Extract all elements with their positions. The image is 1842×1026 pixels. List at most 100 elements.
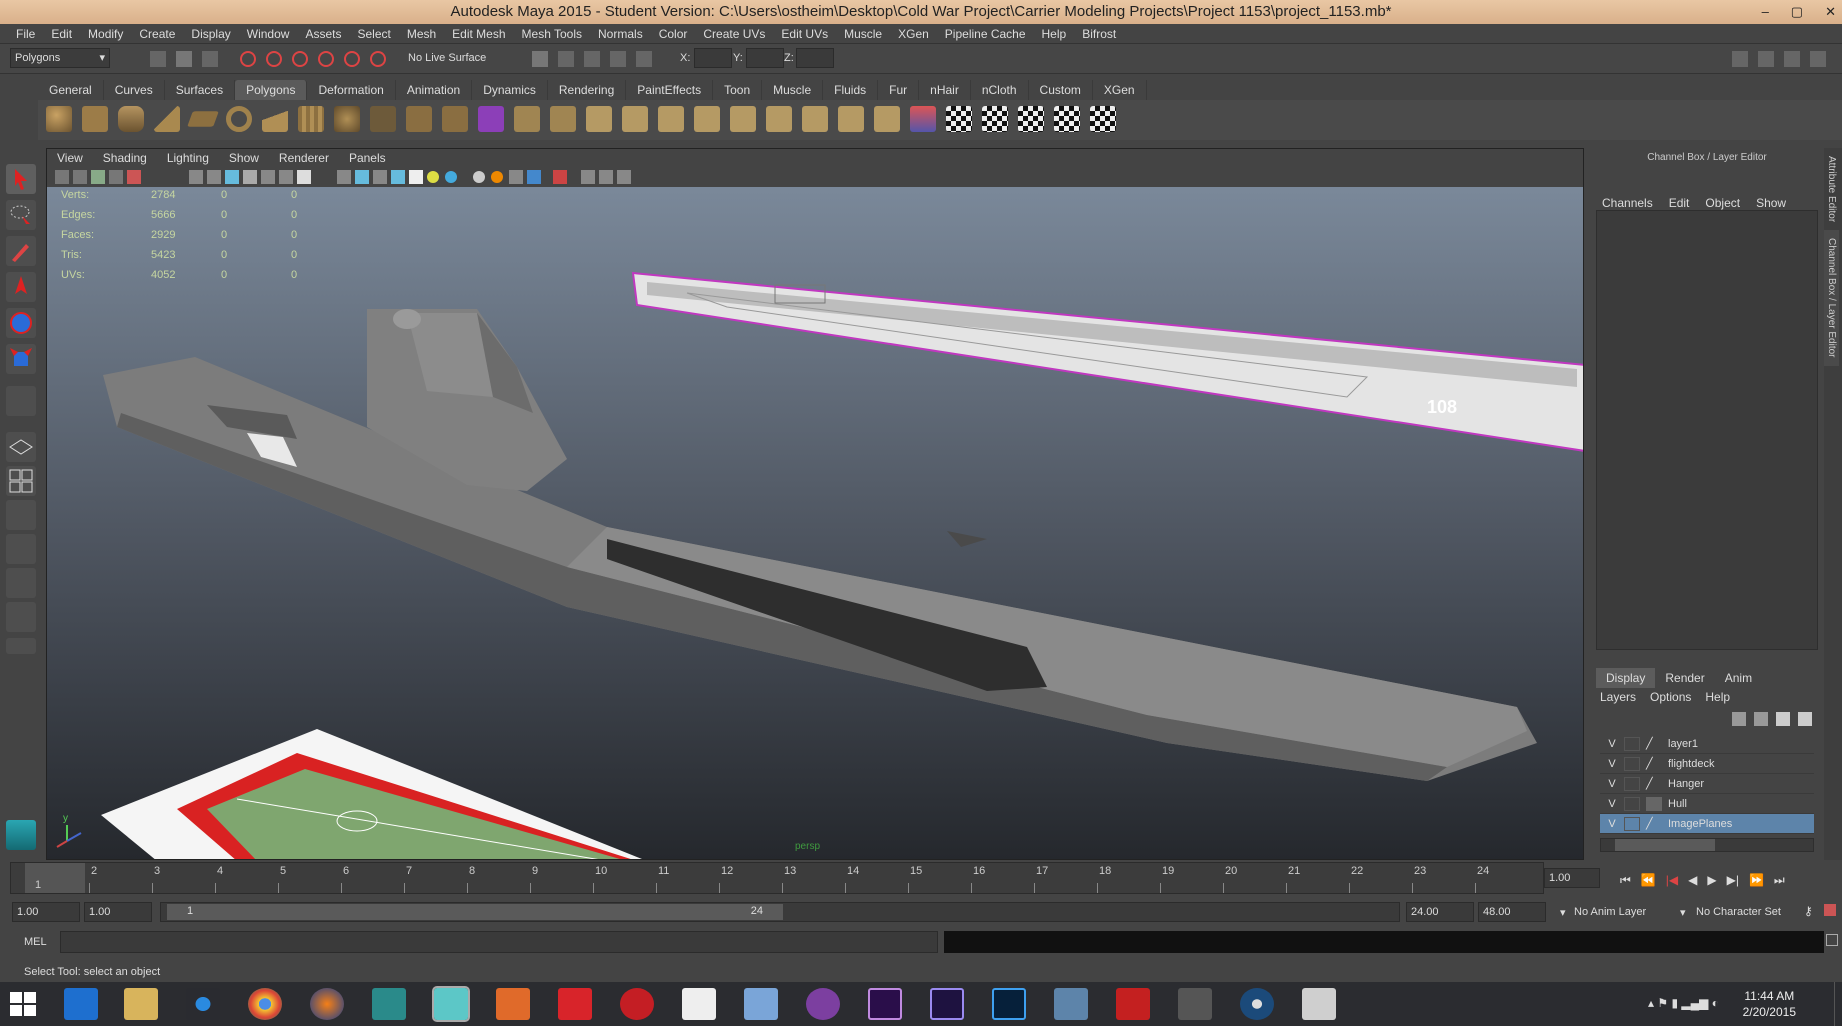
current-time-field[interactable]: 1.00	[1544, 868, 1600, 888]
panel-toggle-icons[interactable]	[1732, 49, 1832, 69]
menu-window[interactable]: Window	[239, 24, 298, 43]
autocad-icon[interactable]	[558, 988, 592, 1020]
menu-xgen[interactable]: XGen	[890, 24, 937, 43]
step-back-key-icon[interactable]: ⏪	[1641, 873, 1656, 887]
cb-menu-edit[interactable]: Edit	[1661, 196, 1698, 210]
shelf-tab-dynamics[interactable]: Dynamics	[472, 80, 548, 100]
layer-visibility-toggle[interactable]: V	[1600, 758, 1624, 770]
anim-start-field[interactable]: 1.00	[12, 902, 80, 922]
maya-icon[interactable]	[372, 988, 406, 1020]
shelf-tab-curves[interactable]: Curves	[104, 80, 165, 100]
select-tool-icon[interactable]	[6, 164, 36, 194]
layer-menu-options[interactable]: Options	[1650, 690, 1691, 704]
shelf-tab-custom[interactable]: Custom	[1029, 80, 1093, 100]
deck-image-plane[interactable]	[101, 729, 647, 860]
windows-start-icon[interactable]	[10, 992, 38, 1018]
poly-soccer-icon[interactable]	[334, 106, 360, 132]
layer-type-toggle[interactable]	[1624, 776, 1640, 791]
layout-hypershade-icon[interactable]	[6, 568, 36, 598]
layer-row[interactable]: V ╱ flightdeck	[1600, 754, 1814, 774]
x-coord-input[interactable]	[694, 48, 732, 68]
internet-explorer-icon[interactable]	[186, 988, 220, 1020]
shelf-tab-general[interactable]: General	[38, 80, 104, 100]
notepad-icon[interactable]	[682, 988, 716, 1020]
uv-checker-icon[interactable]	[946, 106, 972, 132]
shelf-tab-xgen[interactable]: XGen	[1093, 80, 1147, 100]
file-explorer-icon[interactable]	[124, 988, 158, 1020]
menu-pipeline-cache[interactable]: Pipeline Cache	[937, 24, 1034, 43]
anim-layer-dropdown[interactable]: No Anim Layer	[1574, 906, 1646, 918]
move-tool-icon[interactable]	[6, 272, 36, 302]
channel-list[interactable]	[1596, 210, 1818, 650]
current-frame-marker[interactable]	[25, 863, 85, 893]
perspective-viewport[interactable]: View Shading Lighting Show Renderer Pane…	[46, 148, 1584, 860]
layer-row[interactable]: V Hull	[1600, 794, 1814, 814]
layer-visibility-toggle[interactable]: V	[1600, 738, 1624, 750]
step-back-frame-icon[interactable]: |◀	[1666, 873, 1678, 887]
insert-loop-icon[interactable]	[658, 106, 684, 132]
paint-select-icon[interactable]	[6, 236, 36, 266]
menu-muscle[interactable]: Muscle	[836, 24, 890, 43]
last-tool-icon[interactable]	[6, 386, 36, 416]
creative-cloud-icon[interactable]	[620, 988, 654, 1020]
tab-attribute-editor[interactable]: Attribute Editor	[1824, 148, 1839, 230]
preferences-icon[interactable]	[1824, 904, 1836, 916]
minimize-button[interactable]: –	[1762, 0, 1769, 24]
more-layouts-icon[interactable]	[6, 638, 36, 654]
chrome-icon[interactable]	[248, 988, 282, 1020]
vp-menu-renderer[interactable]: Renderer	[269, 149, 339, 167]
menu-help[interactable]: Help	[1034, 24, 1075, 43]
extrude-icon[interactable]	[514, 106, 540, 132]
poly-cone-icon[interactable]	[154, 106, 180, 132]
merge-icon[interactable]	[838, 106, 864, 132]
scrollbar-thumb[interactable]	[1615, 839, 1715, 851]
shelf-tab-rendering[interactable]: Rendering	[548, 80, 627, 100]
layer-color-swatch[interactable]: ╱	[1646, 757, 1662, 771]
poly-cylinder-icon[interactable]	[118, 106, 144, 132]
mail-app-icon[interactable]	[64, 988, 98, 1020]
menu-create-uvs[interactable]: Create UVs	[695, 24, 773, 43]
time-slider[interactable]: 1 2 3 4 5 6 7 8 9 10 11 12 13 14 15 16 17 18 19 20 21 22 23 24	[10, 862, 1544, 894]
shelf-tab-ncloth[interactable]: nCloth	[971, 80, 1029, 100]
z-coord-input[interactable]	[796, 48, 834, 68]
script-editor-icon[interactable]	[1826, 934, 1838, 946]
tab-channel-box[interactable]: Channel Box / Layer Editor	[1824, 230, 1839, 366]
lasso-tool-icon[interactable]	[6, 200, 36, 230]
shelf-tab-toon[interactable]: Toon	[713, 80, 763, 100]
menu-mesh-tools[interactable]: Mesh Tools	[514, 24, 590, 43]
layer-type-toggle[interactable]	[1624, 736, 1640, 751]
menu-assets[interactable]: Assets	[297, 24, 349, 43]
layer-color-swatch[interactable]: ╱	[1646, 817, 1662, 831]
extract-icon[interactable]	[442, 106, 468, 132]
tray-icons[interactable]: ▴ ⚑ ▮ ▂▄▆ ◐	[1648, 996, 1719, 1010]
command-language-label[interactable]: MEL	[24, 936, 47, 948]
uv-unfold-icon[interactable]	[1018, 106, 1044, 132]
automatic-map-icon[interactable]	[910, 106, 936, 132]
shelf-tab-animation[interactable]: Animation	[396, 80, 473, 100]
share-app-icon[interactable]	[806, 988, 840, 1020]
menu-edit-uvs[interactable]: Edit UVs	[773, 24, 836, 43]
photoshop-icon[interactable]	[992, 988, 1026, 1020]
snap-icons[interactable]	[530, 49, 660, 69]
rotate-tool-icon[interactable]	[6, 308, 36, 338]
layout-outliner-icon[interactable]	[6, 500, 36, 530]
menu-select[interactable]: Select	[349, 24, 398, 43]
side-image-plane[interactable]: 108	[631, 271, 1584, 452]
firefox-icon[interactable]	[310, 988, 344, 1020]
playback-end-field[interactable]: 24.00	[1406, 902, 1474, 922]
layout-four-icon[interactable]	[6, 466, 36, 496]
play-backward-icon[interactable]: ◀	[1688, 873, 1697, 887]
uv-snapshot-icon[interactable]	[1090, 106, 1116, 132]
chevron-down-icon[interactable]: ▾	[1560, 906, 1566, 919]
game-portrait-icon[interactable]	[1178, 988, 1212, 1020]
vp-menu-view[interactable]: View	[47, 149, 93, 167]
layer-visibility-toggle[interactable]: V	[1600, 798, 1624, 810]
show-desktop-button[interactable]	[1834, 982, 1842, 1026]
step-forward-key-icon[interactable]: ⏩	[1749, 873, 1764, 887]
menu-file[interactable]: File	[8, 24, 43, 43]
shelf-tab-muscle[interactable]: Muscle	[762, 80, 824, 100]
menu-normals[interactable]: Normals	[590, 24, 651, 43]
live-surface-label[interactable]: No Live Surface	[408, 52, 486, 64]
step-forward-frame-icon[interactable]: ▶|	[1727, 873, 1739, 887]
menu-set-dropdown[interactable]: Polygons ▾	[10, 48, 110, 68]
